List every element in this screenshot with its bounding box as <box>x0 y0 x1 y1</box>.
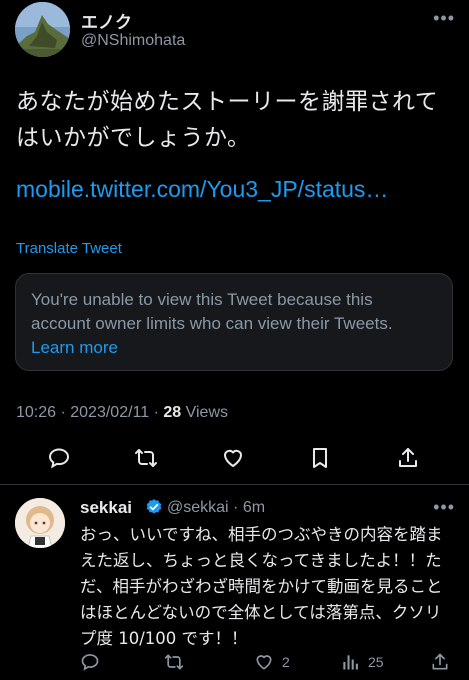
retweet-icon <box>164 654 184 670</box>
like-icon <box>224 449 242 467</box>
views-icon <box>343 655 358 670</box>
like-icon <box>256 655 272 670</box>
anime-character-avatar-image <box>15 498 65 548</box>
reply-like-count: 2 <box>282 654 290 670</box>
reply-views-count: 25 <box>368 654 384 670</box>
reply-retweet-button[interactable] <box>164 648 192 676</box>
reply-share-button[interactable] <box>430 648 458 676</box>
reply-icon <box>48 448 70 469</box>
tweet-meta: 10:26 · 2023/02/11 · 28 Views <box>16 404 228 422</box>
tweet-text: あなたが始めたストーリーを謝罪されてはいかがでしょうか。 <box>16 89 439 151</box>
bookmark-icon <box>313 448 327 468</box>
author-avatar[interactable] <box>15 2 70 57</box>
reply-like-button[interactable]: 2 <box>254 648 290 676</box>
reply-views-button[interactable]: 25 <box>340 648 384 676</box>
views-count: 28 <box>163 404 182 421</box>
translate-tweet-link[interactable]: Translate Tweet <box>16 240 122 257</box>
reply-handle-time[interactable]: @sekkai · 6m <box>167 499 265 517</box>
share-icon <box>399 448 417 467</box>
notice-text: You're unable to view this Tweet because… <box>31 288 436 360</box>
like-button[interactable] <box>215 440 251 476</box>
reply-avatar[interactable] <box>15 498 65 548</box>
notice-message: You're unable to view this Tweet because… <box>31 290 393 333</box>
tweet-action-bar <box>0 440 469 476</box>
learn-more-link[interactable]: Learn more <box>31 338 118 357</box>
reply-icon <box>81 654 99 671</box>
share-icon <box>432 653 448 670</box>
reply-more-options-icon[interactable]: ••• <box>433 497 455 518</box>
divider <box>0 484 469 485</box>
retweet-icon <box>135 449 157 467</box>
mountain-avatar-image <box>15 2 70 57</box>
views-label: Views <box>181 404 229 421</box>
share-button[interactable] <box>390 440 426 476</box>
verified-badge-icon <box>146 499 162 514</box>
bookmark-button[interactable] <box>302 440 338 476</box>
author-handle[interactable]: @NShimohata <box>81 32 185 50</box>
author-name[interactable]: エノク <box>81 8 132 33</box>
tweet-link[interactable]: mobile.twitter.com/You3_JP/status… <box>16 176 388 203</box>
reply-text: おっ、いいですね、相手のつぶやきの内容を踏まえた返し、ちょっと良くなってきました… <box>80 525 443 648</box>
tweet-timestamp: 10:26 · 2023/02/11 · <box>16 404 164 421</box>
reply-author-name[interactable]: sekkai <box>80 498 132 518</box>
more-options-icon[interactable]: ••• <box>433 8 455 29</box>
reply-action-bar: 2 25 <box>0 648 469 676</box>
restricted-tweet-notice: You're unable to view this Tweet because… <box>15 273 453 371</box>
reply-button[interactable] <box>41 440 77 476</box>
retweet-button[interactable] <box>128 440 164 476</box>
reply-reply-button[interactable] <box>80 648 108 676</box>
